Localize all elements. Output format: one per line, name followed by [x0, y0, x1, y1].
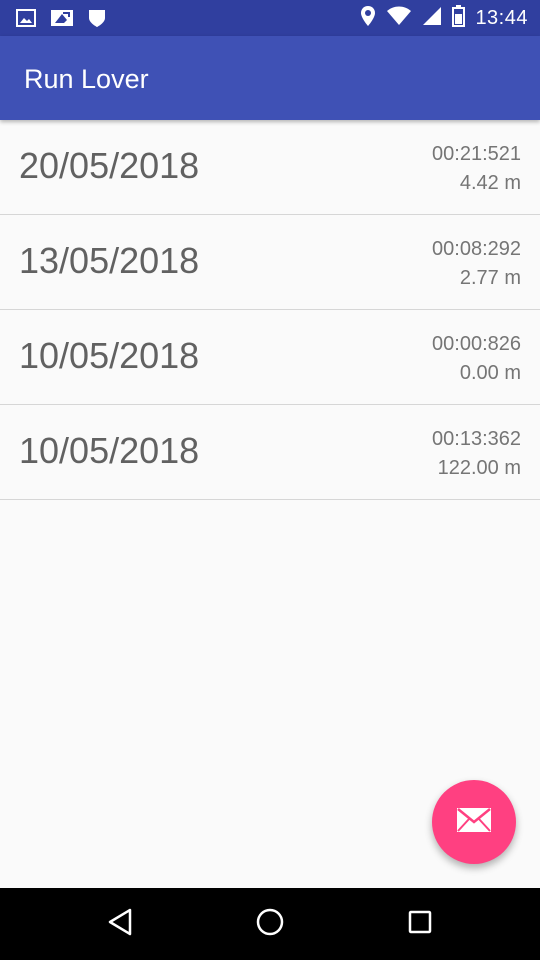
run-distance: 0.00 m	[459, 362, 521, 384]
run-distance: 2.77 m	[459, 267, 521, 289]
status-clock: 13:44	[475, 6, 528, 29]
app-title: Run Lover	[24, 64, 149, 94]
system-icons: 13:44	[360, 4, 528, 32]
run-duration: 00:21:521	[432, 143, 521, 165]
run-list: 20/05/2018 00:21:521 4.42 m 13/05/2018 0…	[0, 120, 540, 500]
notification-icons	[16, 8, 106, 33]
back-button[interactable]	[102, 906, 138, 942]
email-icon	[456, 807, 492, 838]
run-duration: 00:00:826	[432, 333, 521, 355]
run-date: 10/05/2018	[19, 430, 200, 471]
run-date: 13/05/2018	[19, 240, 200, 281]
run-date: 20/05/2018	[19, 145, 200, 186]
run-list-item[interactable]: 10/05/2018 00:13:362 122.00 m	[0, 405, 540, 500]
run-duration: 00:08:292	[432, 238, 521, 260]
run-list-item[interactable]: 20/05/2018 00:21:521 4.42 m	[0, 120, 540, 215]
home-icon	[255, 907, 285, 942]
run-list-item[interactable]: 13/05/2018 00:08:292 2.77 m	[0, 215, 540, 310]
app-bar: Run Lover	[0, 36, 540, 120]
photo-edit-icon	[50, 8, 74, 33]
run-distance: 4.42 m	[459, 172, 521, 194]
app-screen: 13:44 Run Lover 20/05/2018 00:21:521 4.4…	[0, 0, 540, 960]
run-distance: 122.00 m	[437, 457, 521, 479]
run-list-item[interactable]: 10/05/2018 00:00:826 0.00 m	[0, 310, 540, 405]
email-fab-button[interactable]	[432, 780, 516, 864]
battery-icon	[452, 4, 466, 32]
signal-icon	[422, 6, 442, 31]
back-icon	[107, 908, 133, 941]
recents-icon	[407, 909, 433, 940]
run-duration: 00:13:362	[432, 428, 521, 450]
run-date: 10/05/2018	[19, 335, 200, 376]
home-button[interactable]	[252, 906, 288, 942]
shield-icon	[88, 8, 106, 33]
recents-button[interactable]	[402, 906, 438, 942]
status-bar: 13:44	[0, 0, 540, 36]
system-nav-bar	[0, 888, 540, 960]
wifi-icon	[386, 6, 412, 31]
image-icon	[16, 8, 36, 33]
location-icon	[360, 5, 376, 32]
